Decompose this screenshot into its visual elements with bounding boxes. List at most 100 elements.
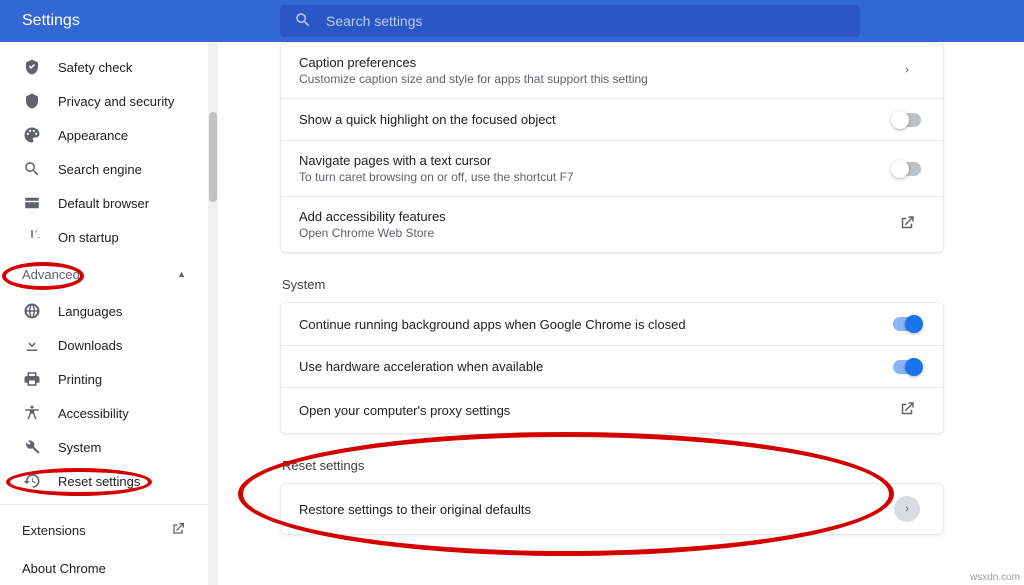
sidebar: Safety check Privacy and security Appearan… (0, 42, 208, 585)
header-bar: Settings (0, 0, 1024, 42)
row-text: Use hardware acceleration when available (299, 359, 889, 374)
sidebar-item-label: Safety check (58, 60, 132, 75)
sidebar-item[interactable]: On startup (0, 220, 208, 254)
sidebar-item[interactable]: Printing (0, 362, 208, 396)
wrench-icon (22, 437, 42, 457)
sidebar-item-label: Languages (58, 304, 122, 319)
sidebar-item[interactable]: Search engine (0, 152, 208, 186)
search-icon (22, 159, 42, 179)
row-subtitle: Open Chrome Web Store (299, 226, 889, 240)
watermark: wsxdn.com (970, 572, 1020, 583)
sidebar-item-label: Default browser (58, 196, 149, 211)
row-action (889, 63, 925, 78)
sidebar-item[interactable]: Default browser (0, 186, 208, 220)
row-title: Add accessibility features (299, 209, 889, 224)
row-action (889, 113, 925, 127)
row-action (889, 317, 925, 331)
scrollbar[interactable] (208, 42, 218, 585)
row-subtitle: Customize caption size and style for app… (299, 72, 889, 86)
toggle-switch[interactable] (893, 317, 921, 331)
row-text: Navigate pages with a text cursor To turn… (299, 153, 889, 184)
globe-icon (22, 301, 42, 321)
main-content: Caption preferences Customize caption siz… (218, 42, 1024, 585)
row-action (889, 496, 925, 522)
divider (0, 504, 208, 505)
external-link-icon (898, 400, 916, 421)
extensions-label: Extensions (22, 523, 86, 538)
settings-row[interactable]: Show a quick highlight on the focused ob… (281, 98, 943, 140)
app-title: Settings (0, 12, 280, 30)
system-card: Continue running background apps when Go… (280, 302, 944, 434)
row-text: Add accessibility features Open Chrome We… (299, 209, 889, 240)
search-icon (294, 11, 312, 32)
settings-row[interactable]: Continue running background apps when Go… (281, 303, 943, 345)
advanced-label: Advanced (22, 267, 80, 282)
chevron-right-icon (902, 63, 912, 78)
toggle-switch[interactable] (893, 113, 921, 127)
row-text: Continue running background apps when Go… (299, 317, 889, 332)
sidebar-item[interactable]: Languages (0, 294, 208, 328)
row-action (889, 214, 925, 235)
reset-card: Restore settings to their original defau… (280, 483, 944, 535)
row-text: Caption preferences Customize caption siz… (299, 55, 889, 86)
row-title: Continue running background apps when Go… (299, 317, 889, 332)
toggle-switch[interactable] (893, 360, 921, 374)
settings-row[interactable]: Use hardware acceleration when available (281, 345, 943, 387)
browser-icon (22, 193, 42, 213)
power-icon (22, 227, 42, 247)
sidebar-item-label: On startup (58, 230, 119, 245)
settings-row[interactable]: Open your computer's proxy settings (281, 387, 943, 433)
arrow-button[interactable] (894, 496, 920, 522)
sidebar-item-label: Reset settings (58, 474, 140, 489)
download-icon (22, 335, 42, 355)
printer-icon (22, 369, 42, 389)
sidebar-item-label: Accessibility (58, 406, 129, 421)
sidebar-item[interactable]: Privacy and security (0, 84, 208, 118)
system-section-title: System (282, 277, 944, 292)
about-label: About Chrome (22, 561, 106, 576)
sidebar-about[interactable]: About Chrome (0, 549, 208, 585)
settings-row[interactable]: Restore settings to their original defau… (281, 484, 943, 534)
sidebar-item[interactable]: Downloads (0, 328, 208, 362)
search-bar[interactable] (280, 5, 860, 37)
external-link-icon (898, 214, 916, 235)
row-action (889, 400, 925, 421)
row-text: Show a quick highlight on the focused ob… (299, 112, 889, 127)
palette-icon (22, 125, 42, 145)
accessibility-icon (22, 403, 42, 423)
row-title: Show a quick highlight on the focused ob… (299, 112, 889, 127)
sidebar-item[interactable]: Accessibility (0, 396, 208, 430)
settings-row[interactable]: Add accessibility features Open Chrome We… (281, 196, 943, 252)
search-input[interactable] (326, 13, 846, 29)
sidebar-item-label: Downloads (58, 338, 122, 353)
row-subtitle: To turn caret browsing on or off, use th… (299, 170, 889, 184)
sidebar-item-label: Privacy and security (58, 94, 174, 109)
toggle-switch[interactable] (893, 162, 921, 176)
external-link-icon (170, 521, 186, 540)
scrollbar-thumb[interactable] (209, 112, 217, 202)
settings-row[interactable]: Caption preferences Customize caption siz… (281, 43, 943, 98)
row-title: Use hardware acceleration when available (299, 359, 889, 374)
settings-row[interactable]: Navigate pages with a text cursor To turn… (281, 140, 943, 196)
row-title: Open your computer's proxy settings (299, 403, 889, 418)
sidebar-item[interactable]: Appearance (0, 118, 208, 152)
row-title: Navigate pages with a text cursor (299, 153, 889, 168)
row-title: Restore settings to their original defau… (299, 502, 889, 517)
sidebar-extensions[interactable]: Extensions (0, 511, 208, 549)
sidebar-item[interactable]: System (0, 430, 208, 464)
sidebar-item[interactable]: Reset settings (0, 464, 208, 498)
sidebar-item[interactable]: Safety check (0, 50, 208, 84)
sidebar-item-label: Appearance (58, 128, 128, 143)
sidebar-item-label: System (58, 440, 101, 455)
shield-check-icon (22, 57, 42, 77)
sidebar-item-label: Printing (58, 372, 102, 387)
row-text: Open your computer's proxy settings (299, 403, 889, 418)
row-text: Restore settings to their original defau… (299, 502, 889, 517)
reset-section-title: Reset settings (282, 458, 944, 473)
row-action (889, 360, 925, 374)
accessibility-card: Caption preferences Customize caption siz… (280, 42, 944, 253)
sidebar-item-label: Search engine (58, 162, 142, 177)
row-title: Caption preferences (299, 55, 889, 70)
advanced-section-toggle[interactable]: Advanced ▲ (0, 254, 208, 294)
row-action (889, 162, 925, 176)
